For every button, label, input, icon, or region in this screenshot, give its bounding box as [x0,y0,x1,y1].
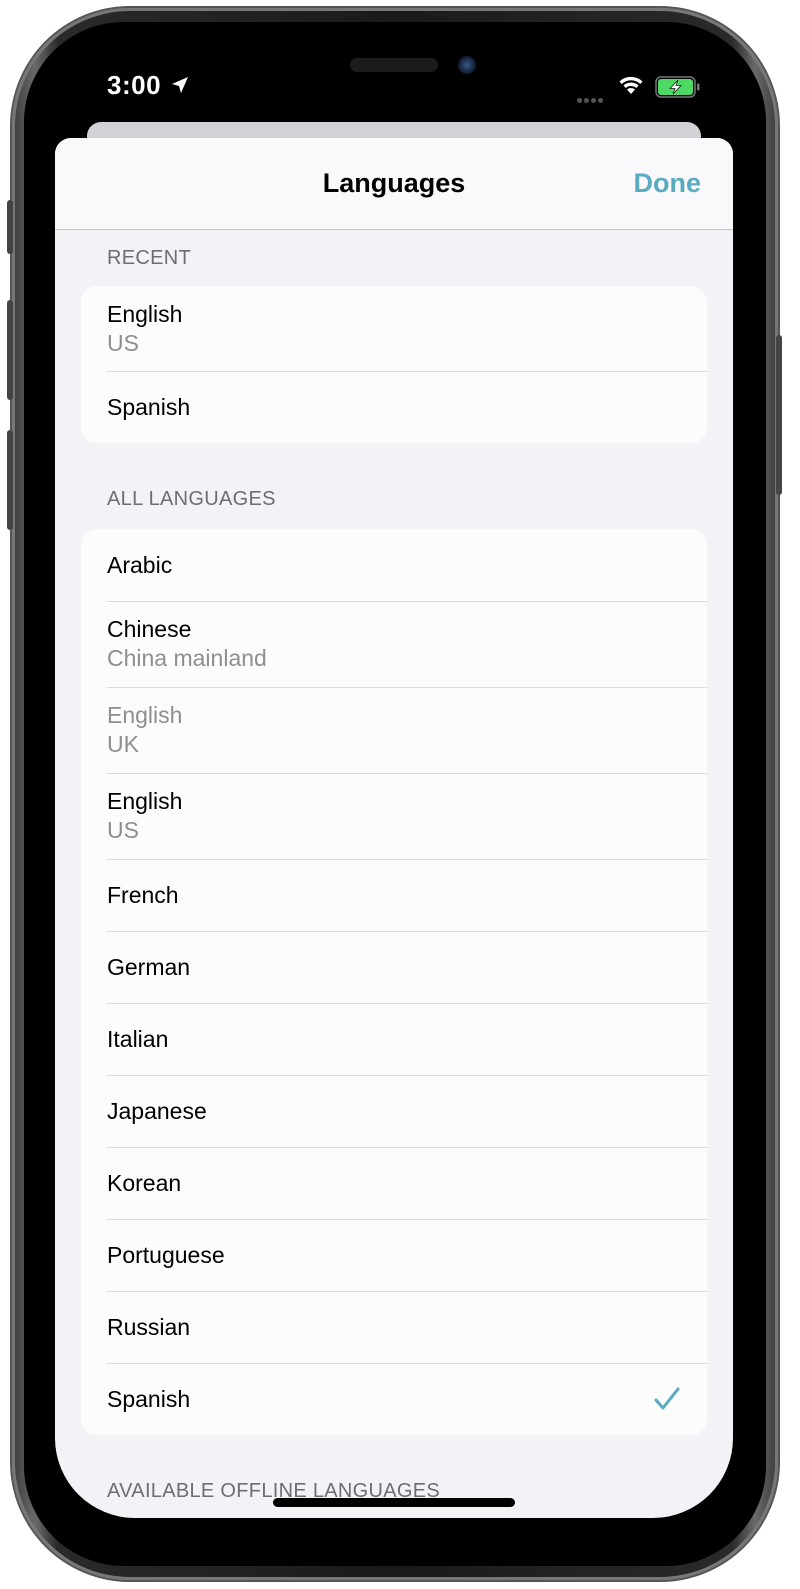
row-title: Korean [107,1169,182,1196]
row-title: Chinese [107,616,192,642]
row-subtitle: US [107,817,139,843]
section-header-all-languages: ALL LANGUAGES [107,488,276,510]
row-title: Italian [107,1025,169,1052]
row-title: English [107,702,183,728]
volume-down-button [7,430,13,530]
checkmark-icon [654,1387,680,1410]
location-arrow-icon [172,77,188,93]
wifi-icon [619,76,643,94]
section-header-recent: RECENT [107,247,192,269]
language-item-french[interactable]: French [81,859,707,931]
language-item-russian[interactable]: Russian [81,1291,707,1363]
row-subtitle: UK [107,731,139,757]
languages-sheet: Languages Done RECENT English US Spanish… [55,138,733,1518]
row-subtitle: US [107,329,139,356]
row-title: Russian [107,1313,191,1340]
language-item-korean[interactable]: Korean [81,1147,707,1219]
row-title: Japanese [107,1097,207,1124]
screen: 3:00 Languages Done RECENT English US Sp… [55,30,733,1518]
row-title: German [107,953,191,980]
language-item-chinese[interactable]: Chinese China mainland [81,601,707,687]
cellular-signal-icon [577,90,609,103]
row-title: English [107,788,183,814]
row-title: Arabic [107,551,173,578]
status-time: 3:00 [107,70,162,100]
language-item-english-uk[interactable]: English UK [81,687,707,773]
recent-item-spanish[interactable]: Spanish [81,371,707,443]
home-indicator[interactable] [273,1498,515,1507]
language-item-portuguese[interactable]: Portuguese [81,1219,707,1291]
done-button[interactable]: Done [634,168,702,199]
row-title: Spanish [107,1385,191,1412]
battery-charging-icon [655,76,700,98]
row-title: Spanish [107,393,191,420]
language-item-italian[interactable]: Italian [81,1003,707,1075]
all-languages-list: Arabic Chinese China mainland English UK… [81,529,707,1435]
language-item-japanese[interactable]: Japanese [81,1075,707,1147]
language-item-spanish[interactable]: Spanish [81,1363,707,1435]
status-bar: 3:00 [55,30,733,120]
row-title: English [107,300,183,327]
language-item-arabic[interactable]: Arabic [81,529,707,601]
recent-list: English US Spanish [81,286,707,443]
row-title: French [107,881,179,908]
power-button [776,335,782,495]
silent-switch [7,200,13,254]
language-item-german[interactable]: German [81,931,707,1003]
row-title: Portuguese [107,1241,225,1268]
navigation-bar: Languages Done [55,138,733,230]
recent-item-english-us[interactable]: English US [81,286,707,371]
volume-up-button [7,300,13,400]
row-subtitle: China mainland [107,645,267,671]
language-item-english-us[interactable]: English US [81,773,707,859]
sheet-title: Languages [322,168,466,198]
